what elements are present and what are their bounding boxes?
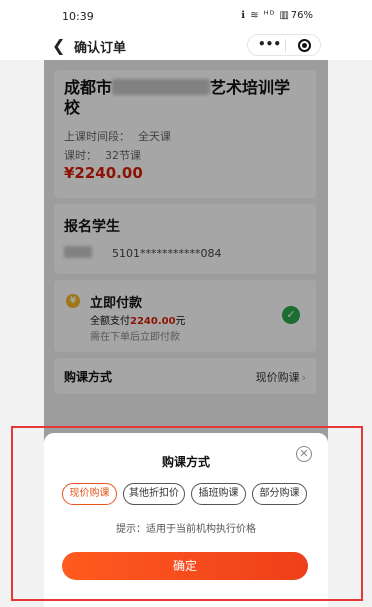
purchase-options: 现价购课 其他折扣价 插班购课 部分购课 <box>62 483 312 505</box>
sheet-hint: 提示：适用于当前机构执行价格 <box>116 524 256 535</box>
status-icons: ℹ ≋ ᴴᴰ ▥ <box>241 10 290 21</box>
option-transfer-class[interactable]: 插班购课 <box>191 483 246 505</box>
battery-level: 76% <box>290 10 313 21</box>
capsule-divider <box>285 39 286 52</box>
status-bar: 10:39 ℹ ≋ ᴴᴰ ▥ 76% <box>0 0 372 34</box>
back-icon[interactable]: ❮ <box>52 36 65 55</box>
option-current-price[interactable]: 现价购课 <box>62 483 117 505</box>
target-icon[interactable] <box>298 39 311 52</box>
more-icon[interactable]: ••• <box>258 37 281 51</box>
mini-program-capsule: ••• <box>247 34 321 56</box>
option-other-discount[interactable]: 其他折扣价 <box>123 483 185 505</box>
sheet-title: 购课方式 <box>161 455 210 469</box>
confirm-button[interactable]: 确定 <box>62 552 308 580</box>
status-time: 10:39 <box>62 10 94 23</box>
purchase-method-sheet: 购课方式 ✕ 现价购课 其他折扣价 插班购课 部分购课 提示：适用于当前机构执行… <box>44 433 328 607</box>
option-partial-purchase[interactable]: 部分购课 <box>252 483 307 505</box>
close-icon[interactable]: ✕ <box>296 446 312 462</box>
page-title: 确认订单 <box>74 41 127 56</box>
nav-bar: ❮ 确认订单 ••• <box>0 34 372 60</box>
